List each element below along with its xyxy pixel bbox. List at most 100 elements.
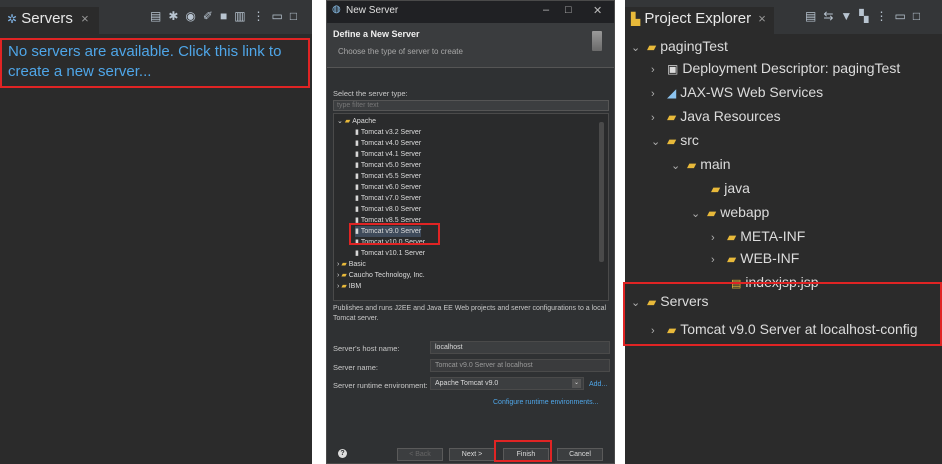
server-icon: ▮ (355, 250, 359, 257)
host-name-input[interactable]: localhost (430, 341, 610, 354)
project-explorer-tab[interactable]: ▙ Project Explorer × (625, 7, 774, 34)
stop-icon[interactable]: ■ (220, 9, 227, 23)
tree-node-deployment-descriptor[interactable]: › ▣ Deployment Descriptor: pagingTest (651, 56, 900, 80)
chevron-down-icon: ⌄ (572, 379, 581, 388)
maximize-icon[interactable]: □ (565, 4, 572, 16)
folder-icon: ▰ (341, 261, 347, 268)
tree-group-basic[interactable]: › ▰ Basic (337, 259, 366, 270)
chevron-down-icon: ⌄ (691, 208, 701, 220)
minimize-icon[interactable]: ▭ (272, 9, 283, 23)
close-icon[interactable]: ✕ (593, 4, 602, 17)
tree-item[interactable]: ▮ Tomcat v5.0 Server (355, 160, 421, 171)
collapse-all-icon[interactable]: ▤ (805, 9, 816, 23)
link-editor-icon[interactable]: ⇆ (823, 9, 833, 23)
back-button[interactable]: < Back (397, 448, 443, 461)
dialog-header: Define a New Server Choose the type of s… (327, 23, 614, 68)
server-icon: ▮ (355, 140, 359, 147)
servers-icon: ✲ (7, 12, 18, 26)
server-icon: ▮ (355, 173, 359, 180)
explorer-toolbar-icons: ▤ ⇆ ▼ ▚ ⋮ ▭ □ (805, 9, 920, 23)
folder-icon: ▰ (341, 272, 347, 279)
next-button[interactable]: Next > (449, 448, 495, 461)
servers-view-toolbar: ✲ Servers × ▤ ✱ ◉ ✐ ■ ▥ ⋮ ▭ □ (0, 0, 312, 34)
tree-item[interactable]: ▮ Tomcat v5.5 Server (355, 171, 421, 182)
tree-item[interactable]: ▮ Tomcat v6.0 Server (355, 182, 421, 193)
tree-item[interactable]: ▮ Tomcat v4.0 Server (355, 138, 421, 149)
tree-item[interactable]: ▮ Tomcat v10.1 Server (355, 248, 425, 259)
explorer-toolbar: ▙ Project Explorer × ▤ ⇆ ▼ ▚ ⋮ ▭ □ (625, 0, 942, 34)
collapse-icon[interactable]: ▤ (150, 9, 161, 23)
tree-node-project[interactable]: ⌄ ▰ pagingTest (631, 34, 728, 58)
tree-group-caucho[interactable]: › ▰ Caucho Technology, Inc. (337, 270, 425, 281)
web-project-icon: ▰ (647, 40, 657, 54)
tree-node-jaxws[interactable]: › ◢ JAX-WS Web Services (651, 80, 823, 104)
chevron-right-icon: › (337, 261, 340, 268)
tree-node-web-inf[interactable]: › ▰ WEB-INF (711, 246, 799, 270)
chevron-down-icon: ⌄ (671, 160, 681, 172)
server-icon: ▮ (355, 162, 359, 169)
server-description: Publishes and runs J2EE and Java EE Web … (333, 305, 607, 322)
close-icon[interactable]: × (758, 11, 766, 26)
tree-group-apache[interactable]: ⌄ ▰ Apache (337, 116, 376, 127)
server-icon: ▮ (355, 206, 359, 213)
tree-item[interactable]: ▮ Tomcat v7.0 Server (355, 193, 421, 204)
folder-icon: ▰ (687, 158, 697, 172)
filter-icon[interactable]: ▼ (840, 9, 852, 23)
tree-node-src[interactable]: ⌄ ▰ src (651, 128, 699, 152)
maximize-icon[interactable]: □ (290, 9, 297, 23)
view-menu-icon[interactable]: ⋮ (876, 9, 888, 23)
configure-runtimes-link[interactable]: Configure runtime environments... (493, 399, 598, 406)
server-name-label: Server name: (333, 363, 379, 372)
servers-toolbar-icons: ▤ ✱ ◉ ✐ ■ ▥ ⋮ ▭ □ (150, 9, 297, 23)
close-icon[interactable]: × (81, 11, 89, 26)
tree-node-java-resources[interactable]: › ▰ Java Resources (651, 104, 781, 128)
highlight-box (0, 38, 310, 88)
server-name-input[interactable]: Tomcat v9.0 Server at localhost (430, 359, 610, 372)
tree-node-java[interactable]: ▰ java (711, 176, 750, 200)
folder-icon: ▰ (667, 134, 677, 148)
chevron-right-icon: › (337, 272, 340, 279)
tree-node-meta-inf[interactable]: › ▰ META-INF (711, 224, 805, 248)
chevron-down-icon: ⌄ (337, 118, 343, 125)
cancel-button[interactable]: Cancel (557, 448, 603, 461)
runtime-select[interactable]: Apache Tomcat v9.0 ⌄ (430, 377, 584, 390)
tree-group-ibm[interactable]: › ▰ IBM (337, 281, 361, 292)
maximize-icon[interactable]: □ (913, 9, 920, 23)
web-services-icon: ◢ (667, 86, 677, 100)
publish-icon[interactable]: ▥ (234, 9, 245, 23)
folder-icon: ▰ (344, 118, 351, 125)
highlight-box (494, 440, 552, 462)
folder-icon: ▰ (727, 252, 737, 266)
dialog-window-title: New Server (346, 5, 399, 16)
tree-node-main[interactable]: ⌄ ▰ main (671, 152, 731, 176)
help-icon[interactable]: ? (338, 449, 347, 458)
focus-icon[interactable]: ▚ (859, 9, 868, 23)
tree-scrollbar[interactable] (599, 122, 604, 262)
add-runtime-link[interactable]: Add... (589, 381, 607, 388)
chevron-down-icon: ⌄ (631, 42, 641, 54)
server-icon: ▮ (355, 195, 359, 202)
tree-item[interactable]: ▮ Tomcat v3.2 Server (355, 127, 421, 138)
tree-node-webapp[interactable]: ⌄ ▰ webapp (691, 200, 769, 224)
minimize-icon[interactable]: – (543, 4, 549, 16)
server-wizard-icon (592, 31, 602, 51)
tree-item[interactable]: ▮ Tomcat v4.1 Server (355, 149, 421, 160)
select-type-label: Select the server type: (333, 89, 408, 98)
folder-icon: ▰ (711, 182, 721, 196)
minimize-icon[interactable]: ▭ (895, 9, 906, 23)
servers-tab[interactable]: ✲ Servers × (0, 7, 99, 34)
debug-icon[interactable]: ✱ (168, 9, 178, 23)
profile-icon[interactable]: ✐ (203, 9, 213, 23)
highlight-box (623, 282, 942, 346)
chevron-down-icon: ⌄ (651, 136, 661, 148)
chevron-right-icon: › (651, 88, 655, 100)
start-icon[interactable]: ◉ (185, 9, 195, 23)
chevron-right-icon: › (651, 112, 655, 124)
servers-tab-label: Servers (21, 10, 73, 27)
server-icon: ▮ (355, 184, 359, 191)
folder-icon: ▰ (727, 230, 737, 244)
tree-item[interactable]: ▮ Tomcat v8.0 Server (355, 204, 421, 215)
filter-input[interactable]: type filter text (333, 100, 609, 111)
view-menu-icon[interactable]: ⋮ (253, 9, 265, 23)
server-icon: ▮ (355, 129, 359, 136)
